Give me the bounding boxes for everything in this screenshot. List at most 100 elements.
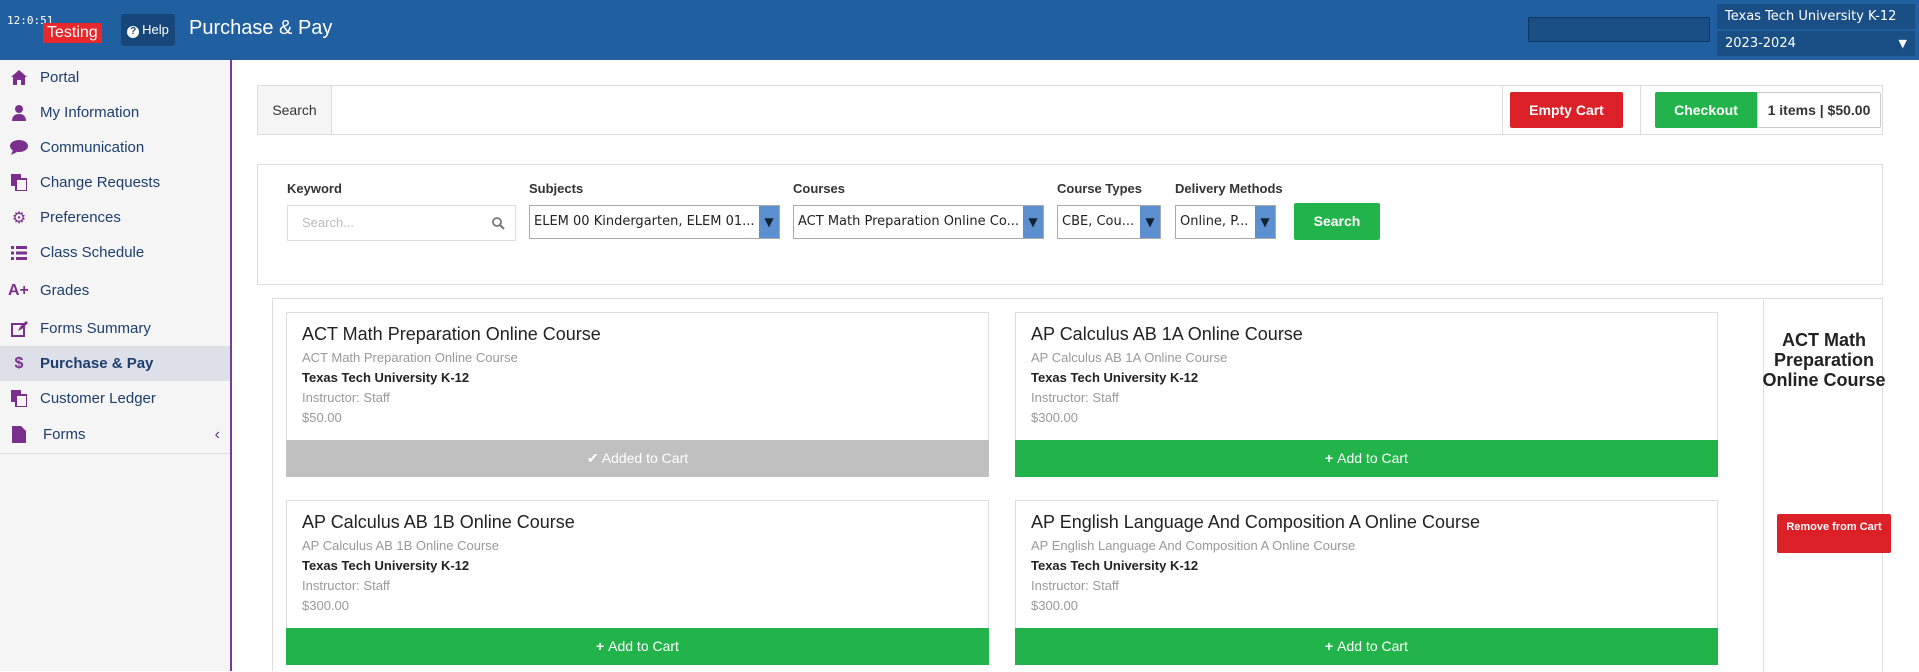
- course-organization: Texas Tech University K-12: [302, 558, 470, 573]
- sidebar-item-label: Customer Ledger: [40, 390, 156, 407]
- divider: [1502, 86, 1503, 134]
- course-title: AP Calculus AB 1A Online Course: [1031, 324, 1303, 344]
- sidebar-item-change-requests[interactable]: Change Requests: [0, 165, 230, 200]
- page-title: Purchase & Pay: [189, 17, 333, 39]
- sidebar-item-preferences[interactable]: ⚙ Preferences: [0, 200, 230, 235]
- course-types-label: Course Types: [1057, 181, 1143, 196]
- button-label: Add to Cart: [1337, 450, 1408, 466]
- keyword-label: Keyword: [287, 181, 342, 196]
- main-content: Search Empty Cart Checkout 1 items | $50…: [232, 60, 1919, 672]
- button-label: Added to Cart: [601, 450, 689, 466]
- caret-down-icon: ▼: [759, 206, 779, 238]
- help-button[interactable]: ? Help: [121, 14, 175, 46]
- subjects-select[interactable]: ELEM 00 Kindergarten, ELEM 01... ▼: [529, 205, 780, 239]
- global-search-input[interactable]: [1528, 17, 1710, 42]
- caret-down-icon: ▼: [1140, 206, 1160, 238]
- divider: [1640, 86, 1641, 134]
- cart-toolbar: Search Empty Cart Checkout 1 items | $50…: [257, 85, 1883, 135]
- home-icon: [8, 69, 30, 87]
- course-title: AP English Language And Composition A On…: [1031, 512, 1480, 532]
- courses-value: ACT Math Preparation Online Co...: [798, 214, 1019, 229]
- edit-icon: [8, 320, 30, 338]
- sidebar-item-my-information[interactable]: My Information: [0, 95, 230, 130]
- button-label: Add to Cart: [608, 638, 679, 654]
- delivery-methods-select[interactable]: Online, P... ▼: [1175, 205, 1276, 239]
- course-types-select[interactable]: CBE, Cou... ▼: [1057, 205, 1161, 239]
- courses-select[interactable]: ACT Math Preparation Online Co... ▼: [793, 205, 1044, 239]
- chevron-left-icon[interactable]: ‹: [215, 426, 220, 444]
- course-title: ACT Math Preparation Online Course: [302, 324, 601, 344]
- delivery-methods-value: Online, P...: [1180, 214, 1249, 229]
- sidebar-item-label: Forms: [43, 426, 86, 443]
- aplus-icon: A+: [8, 281, 29, 299]
- sidebar-item-portal[interactable]: Portal: [0, 60, 230, 95]
- sidebar: Portal My Information Communication Chan…: [0, 60, 232, 671]
- course-organization: Texas Tech University K-12: [302, 370, 470, 385]
- sidebar-item-grades[interactable]: A+ Grades: [0, 270, 230, 311]
- course-types-value: CBE, Cou...: [1062, 214, 1135, 229]
- added-to-cart-button: ✔ Added to Cart: [286, 440, 989, 477]
- sidebar-item-label: Grades: [40, 282, 90, 299]
- comment-icon: [8, 139, 30, 157]
- delivery-methods-label: Delivery Methods: [1175, 181, 1283, 196]
- search-icon: [492, 206, 505, 242]
- course-subtitle: AP Calculus AB 1B Online Course: [302, 538, 500, 553]
- courses-label: Courses: [793, 181, 846, 196]
- help-label: Help: [142, 22, 169, 37]
- course-card: AP English Language And Composition A On…: [1015, 500, 1718, 665]
- sidebar-item-purchase-pay[interactable]: $ Purchase & Pay: [0, 346, 230, 381]
- course-price: $300.00: [1031, 598, 1078, 613]
- checkout-button[interactable]: Checkout: [1655, 92, 1757, 128]
- filter-panel: Keyword Search... Subjects ELEM 00 Kinde…: [257, 164, 1883, 285]
- empty-cart-button[interactable]: Empty Cart: [1510, 92, 1623, 128]
- tab-search[interactable]: Search: [258, 86, 332, 134]
- course-instructor: Instructor: Staff: [1031, 390, 1119, 405]
- add-to-cart-button[interactable]: + Add to Cart: [1015, 628, 1718, 665]
- subjects-value: ELEM 00 Kindergarten, ELEM 01...: [534, 214, 755, 229]
- sidebar-item-label: Change Requests: [40, 174, 161, 191]
- sidebar-item-communication[interactable]: Communication: [0, 130, 230, 165]
- course-card: AP Calculus AB 1A Online Course AP Calcu…: [1015, 312, 1718, 477]
- school-year-select[interactable]: 2023-2024 ▼: [1717, 31, 1915, 56]
- sidebar-item-label: Class Schedule: [40, 244, 145, 261]
- subjects-label: Subjects: [529, 181, 584, 196]
- course-price: $300.00: [302, 598, 349, 613]
- school-year-value: 2023-2024: [1725, 36, 1796, 51]
- cart-summary: 1 items | $50.00: [1757, 92, 1881, 128]
- course-instructor: Instructor: Staff: [302, 390, 390, 405]
- remove-from-cart-button[interactable]: Remove from Cart: [1777, 514, 1891, 553]
- sidebar-item-customer-ledger[interactable]: Customer Ledger: [0, 381, 230, 416]
- sidebar-item-forms[interactable]: Forms ‹: [0, 416, 230, 454]
- course-instructor: Instructor: Staff: [302, 578, 390, 593]
- course-title: AP Calculus AB 1B Online Course: [302, 512, 575, 532]
- plus-icon: +: [596, 638, 609, 654]
- question-icon: ?: [127, 26, 140, 38]
- add-to-cart-button[interactable]: + Add to Cart: [286, 628, 989, 665]
- sidebar-item-label: Forms Summary: [40, 320, 151, 337]
- sidebar-item-label: Preferences: [40, 209, 121, 226]
- plus-icon: +: [1325, 450, 1338, 466]
- course-subtitle: AP English Language And Composition A On…: [1031, 538, 1356, 553]
- course-card: AP Calculus AB 1B Online Course AP Calcu…: [286, 500, 989, 665]
- caret-down-icon: ▼: [1255, 206, 1275, 238]
- sidebar-item-forms-summary[interactable]: Forms Summary: [0, 311, 230, 346]
- add-to-cart-button[interactable]: + Add to Cart: [1015, 440, 1718, 477]
- organization-select[interactable]: Texas Tech University K-12: [1717, 4, 1915, 29]
- course-results: ACT Math Preparation Online Course ACT M…: [272, 298, 1891, 672]
- caret-down-icon: ▼: [1898, 37, 1907, 50]
- copy-icon: [8, 390, 30, 408]
- user-icon: [8, 104, 30, 122]
- course-organization: Texas Tech University K-12: [1031, 370, 1199, 385]
- dollar-icon: $: [14, 354, 24, 372]
- gear-icon: ⚙: [11, 209, 27, 227]
- sidebar-item-class-schedule[interactable]: Class Schedule: [0, 235, 230, 270]
- search-button[interactable]: Search: [1294, 203, 1380, 240]
- plus-icon: +: [1325, 638, 1338, 654]
- sidebar-item-label: My Information: [40, 104, 140, 121]
- course-price: $300.00: [1031, 410, 1078, 425]
- list-icon: [8, 244, 30, 262]
- button-label: Add to Cart: [1337, 638, 1408, 654]
- keyword-search-input[interactable]: Search...: [287, 205, 516, 241]
- caret-down-icon: ▼: [1023, 206, 1043, 238]
- course-instructor: Instructor: Staff: [1031, 578, 1119, 593]
